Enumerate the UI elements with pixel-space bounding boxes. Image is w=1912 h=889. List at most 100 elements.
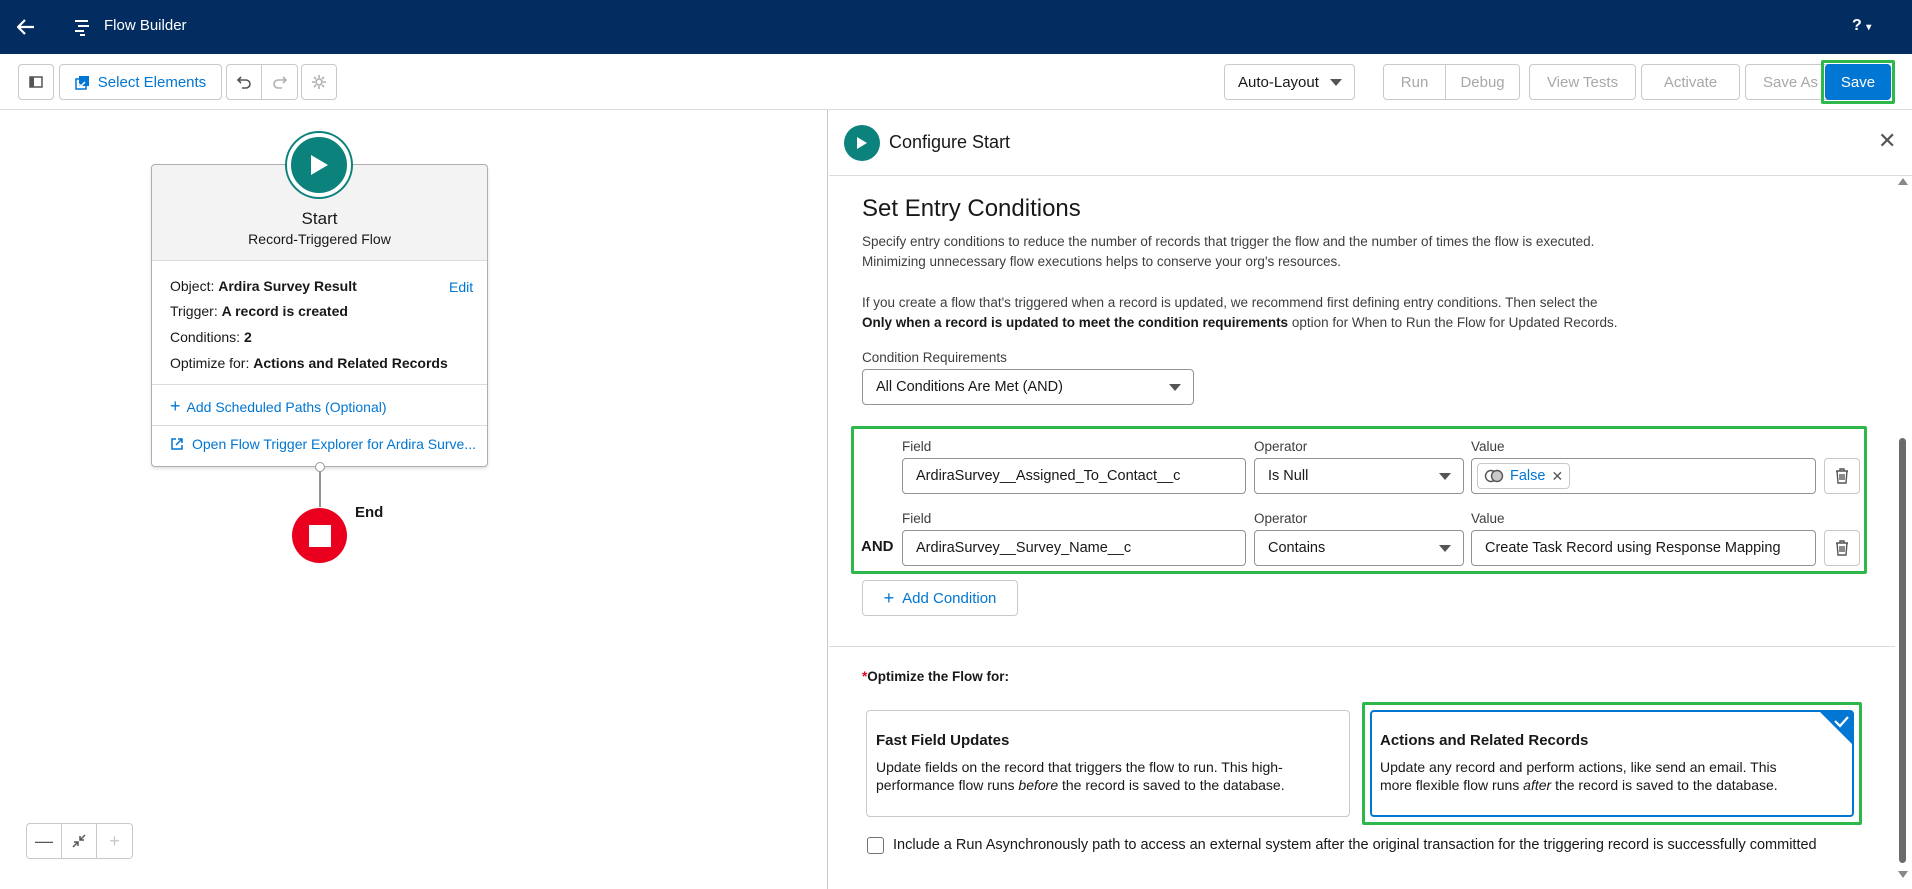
- save-as-button[interactable]: Save As: [1745, 64, 1836, 100]
- layout-mode-value: Auto-Layout: [1238, 73, 1319, 91]
- flow-builder-icon: [72, 17, 94, 39]
- gear-icon: [312, 75, 326, 89]
- and-connector: AND: [861, 538, 894, 555]
- edit-link[interactable]: Edit: [449, 279, 473, 295]
- card-divider: [152, 384, 487, 385]
- run-button[interactable]: Run: [1384, 65, 1447, 99]
- description-line-2: Minimizing unnecessary flow executions h…: [862, 254, 1342, 269]
- fast-field-updates-body-2: performance flow runs before the record …: [876, 776, 1285, 795]
- remove-pill-icon[interactable]: ✕: [1551, 468, 1563, 485]
- condition-2-value-input[interactable]: Create Task Record using Response Mappin…: [1471, 530, 1816, 566]
- undo-redo-group: [226, 64, 298, 100]
- condition-requirements-select[interactable]: All Conditions Are Met (AND): [862, 369, 1194, 405]
- value-label: Value: [1471, 439, 1505, 454]
- open-trigger-explorer-label: Open Flow Trigger Explorer for Ardira Su…: [192, 436, 476, 452]
- end-node-icon[interactable]: [292, 508, 347, 563]
- add-scheduled-paths-label: Add Scheduled Paths (Optional): [186, 399, 387, 415]
- chevron-down-icon: ▾: [1866, 22, 1872, 33]
- play-icon: [311, 155, 328, 175]
- toolbar: Select Elements Auto-Layout Run Debug Vi…: [0, 54, 1912, 110]
- condition-1-field-input[interactable]: ArdiraSurvey__Assigned_To_Contact__c: [902, 458, 1246, 494]
- conditions-value: 2: [243, 329, 252, 345]
- fast-field-updates-option[interactable]: Fast Field Updates Update fields on the …: [866, 710, 1350, 817]
- stop-icon: [308, 524, 331, 547]
- panel-scrollbar[interactable]: [1895, 178, 1909, 878]
- configure-start-panel: Configure Start ✕ Set Entry Conditions S…: [829, 110, 1912, 889]
- add-condition-label: Add Condition: [902, 589, 997, 607]
- zoom-out-button[interactable]: —: [27, 824, 62, 858]
- object-value: Ardira Survey Result: [218, 278, 357, 294]
- actions-body-part: more flexible flow runs: [1380, 777, 1524, 793]
- debug-button[interactable]: Debug: [1446, 65, 1519, 99]
- settings-button[interactable]: [301, 64, 337, 100]
- scroll-up-icon[interactable]: [1898, 178, 1908, 185]
- run-async-checkbox[interactable]: [867, 837, 884, 854]
- run-debug-group: Run Debug: [1383, 64, 1520, 100]
- actions-body-part: the record is saved to the database.: [1551, 777, 1778, 793]
- object-row: Object: Ardira Survey Result: [170, 278, 357, 294]
- select-elements-button[interactable]: Select Elements: [59, 64, 222, 100]
- panel-toggle-icon: [29, 76, 43, 88]
- zoom-controls: — +: [26, 823, 133, 859]
- start-node-icon[interactable]: [287, 133, 351, 197]
- zoom-in-button[interactable]: +: [97, 824, 132, 858]
- start-element-card[interactable]: Start Record-Triggered Flow Object: Ardi…: [151, 164, 488, 467]
- value-pill-label: False: [1510, 468, 1546, 484]
- description-line-1: Specify entry conditions to reduce the n…: [862, 234, 1595, 249]
- optimize-label: Optimize for:: [170, 355, 250, 371]
- fast-field-updates-title: Fast Field Updates: [876, 732, 1010, 749]
- undo-button[interactable]: [227, 65, 263, 99]
- trigger-value: A record is created: [221, 303, 348, 319]
- description-rest: option for When to Run the Flow for Upda…: [1288, 315, 1618, 330]
- panel-title: Configure Start: [889, 132, 1011, 152]
- select-elements-icon: [75, 75, 89, 90]
- redo-button[interactable]: [262, 65, 297, 99]
- activate-button[interactable]: Activate: [1641, 64, 1740, 100]
- condition-2-field-input[interactable]: ArdiraSurvey__Survey_Name__c: [902, 530, 1246, 566]
- condition-1-operator-value: Is Null: [1268, 468, 1309, 484]
- optimize-value: Actions and Related Records: [253, 355, 448, 371]
- field-label: Field: [902, 439, 932, 454]
- scrollbar-thumb[interactable]: [1899, 438, 1906, 863]
- contract-icon: [72, 834, 86, 848]
- add-scheduled-paths-link[interactable]: + Add Scheduled Paths (Optional): [170, 396, 387, 417]
- object-label: Object:: [170, 278, 215, 294]
- delete-condition-2-button[interactable]: [1824, 530, 1860, 566]
- condition-2-operator-select[interactable]: Contains: [1254, 530, 1464, 566]
- fit-to-view-button[interactable]: [62, 824, 97, 858]
- actions-body-emphasis: after: [1523, 777, 1552, 793]
- view-tests-button[interactable]: View Tests: [1529, 64, 1636, 100]
- condition-2-operator-value: Contains: [1268, 540, 1326, 556]
- actions-related-records-body-2: more flexible flow runs after the record…: [1380, 776, 1778, 795]
- trigger-row: Trigger: A record is created: [170, 303, 348, 319]
- optimize-heading-label: Optimize the Flow for:: [867, 669, 1010, 684]
- save-button[interactable]: Save: [1825, 64, 1891, 100]
- redo-icon: [272, 76, 287, 89]
- help-menu-button[interactable]: ? ▾: [1852, 17, 1871, 35]
- optimize-heading: *Optimize the Flow for:: [862, 669, 1009, 684]
- selected-check-icon: [1819, 711, 1853, 745]
- trigger-label: Trigger:: [170, 303, 218, 319]
- condition-1-value-input[interactable]: False ✕: [1471, 458, 1816, 494]
- plus-icon: +: [883, 587, 895, 608]
- value-label: Value: [1471, 511, 1505, 526]
- scroll-down-icon[interactable]: [1898, 871, 1908, 878]
- optimize-row: Optimize for: Actions and Related Record…: [170, 355, 448, 371]
- chevron-down-icon: [1439, 473, 1451, 480]
- open-trigger-explorer-link[interactable]: Open Flow Trigger Explorer for Ardira Su…: [170, 436, 476, 452]
- actions-related-records-option[interactable]: Actions and Related Records Update any r…: [1370, 710, 1854, 817]
- add-condition-button[interactable]: + Add Condition: [862, 580, 1018, 616]
- layout-mode-select[interactable]: Auto-Layout: [1224, 64, 1355, 100]
- toggle-panel-button[interactable]: [18, 64, 54, 100]
- end-label: End: [355, 504, 384, 521]
- chevron-down-icon: [1169, 384, 1181, 391]
- delete-condition-1-button[interactable]: [1824, 458, 1860, 494]
- chevron-down-icon: [1439, 545, 1451, 552]
- back-arrow-icon[interactable]: [12, 13, 40, 41]
- value-pill[interactable]: False ✕: [1477, 463, 1571, 489]
- fast-body-emphasis: before: [1018, 777, 1059, 793]
- start-subtitle: Record-Triggered Flow: [248, 231, 391, 247]
- close-icon[interactable]: ✕: [1878, 128, 1896, 154]
- condition-1-operator-select[interactable]: Is Null: [1254, 458, 1464, 494]
- connector-node[interactable]: [315, 462, 325, 472]
